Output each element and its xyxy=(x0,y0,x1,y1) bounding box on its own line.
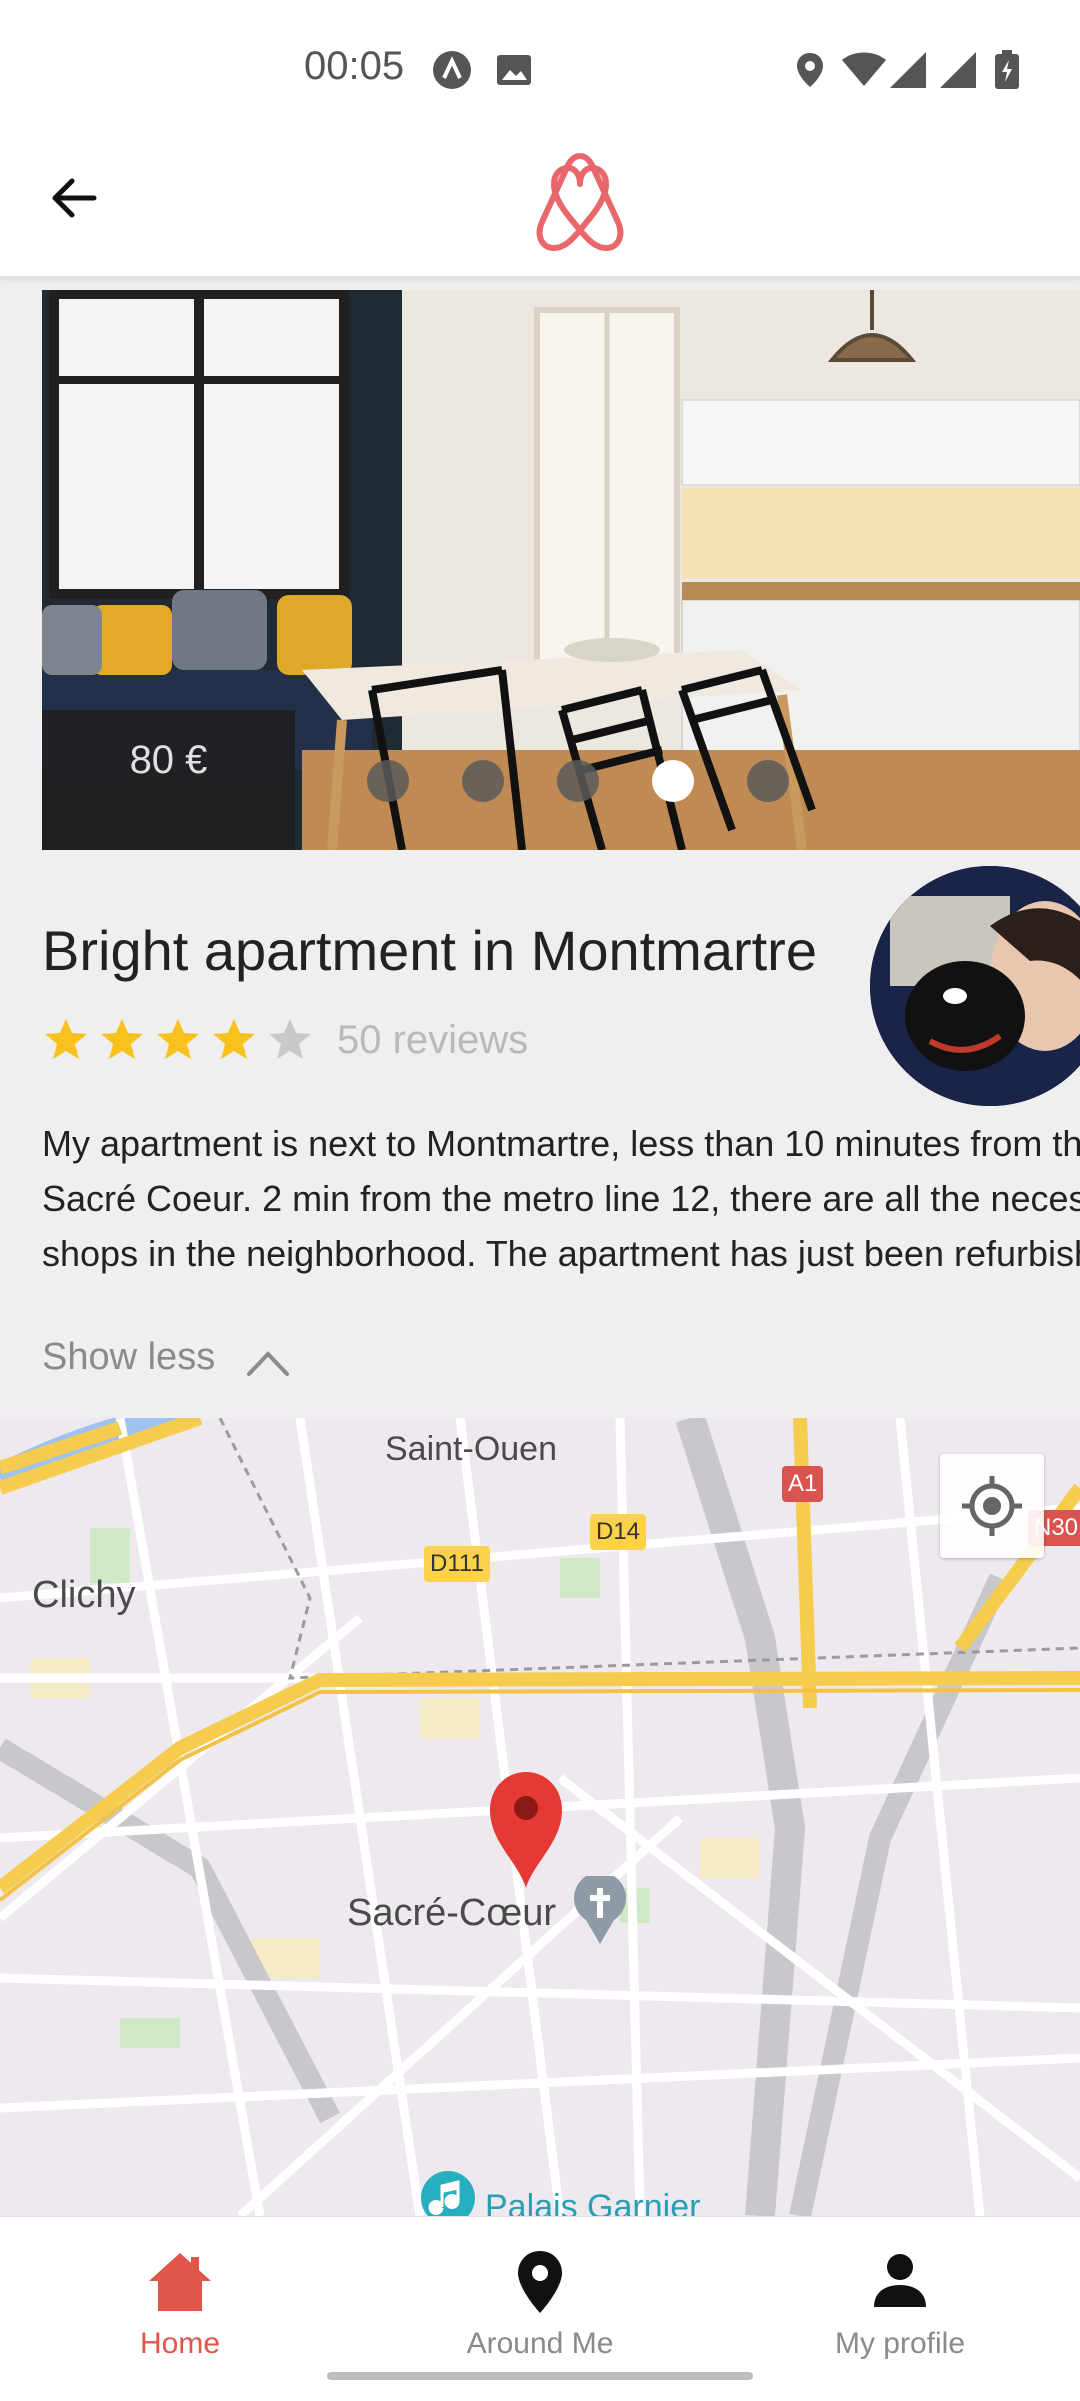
carousel-dot[interactable] xyxy=(367,760,409,802)
home-icon xyxy=(149,2253,211,2311)
road-shield-d111: D111 xyxy=(424,1546,490,1582)
location-map[interactable]: Saint-Ouen Clichy Sacré-Cœur Palais Garn… xyxy=(0,1418,1080,2216)
airbnb-logo xyxy=(536,153,624,251)
app-header xyxy=(0,140,1080,277)
battery-charging-icon xyxy=(995,50,1019,89)
cross-marker-icon xyxy=(574,1876,626,1944)
reviews-count[interactable]: 50 reviews xyxy=(337,1018,528,1063)
nav-label-my-profile: My profile xyxy=(834,2327,966,2360)
carousel-dot[interactable] xyxy=(747,760,789,802)
image-icon xyxy=(497,55,531,85)
carousel-dot-active[interactable] xyxy=(652,760,694,802)
listing-title: Bright apartment in Montmartre xyxy=(42,919,817,982)
price-label: 80 € xyxy=(129,738,208,782)
music-note-icon xyxy=(421,2171,475,2216)
status-bar: 00:05 xyxy=(0,0,1080,140)
status-time: 00:05 xyxy=(304,44,405,88)
location-icon xyxy=(797,53,823,87)
my-location-button[interactable] xyxy=(940,1454,1044,1558)
nav-label-home: Home xyxy=(139,2327,221,2360)
host-photo xyxy=(870,866,1080,1106)
arrow-left-icon[interactable] xyxy=(44,168,104,228)
map-pin-icon xyxy=(518,2251,562,2313)
star-filled-icon xyxy=(157,1019,199,1059)
road-shield-a1: A1 xyxy=(782,1466,824,1502)
signal-icon xyxy=(890,52,926,88)
star-filled-icon xyxy=(45,1019,87,1059)
map-label-clichy: Clichy xyxy=(32,1574,136,1616)
chevron-up-icon[interactable] xyxy=(243,1342,293,1382)
home-indicator[interactable] xyxy=(327,2372,753,2380)
star-filled-icon xyxy=(213,1019,255,1059)
listing-description: My apartment is next to Montmartre, less… xyxy=(42,1116,1080,1281)
map-label-sacre-coeur: Sacré-Cœur xyxy=(347,1892,557,1934)
carousel-dot[interactable] xyxy=(557,760,599,802)
description-text: My apartment is next to Montmartre, less… xyxy=(42,1123,1080,1274)
host-avatar[interactable] xyxy=(870,866,1080,1106)
person-icon xyxy=(874,2254,926,2307)
map-label-palais-garnier: Palais Garnier xyxy=(485,2188,701,2216)
star-empty-icon xyxy=(269,1019,311,1059)
road-shield-d14: D14 xyxy=(590,1514,647,1550)
nav-item-around-me[interactable]: Around Me xyxy=(420,2235,660,2375)
wifi-icon xyxy=(842,52,886,86)
map-pin-icon[interactable] xyxy=(488,1770,564,1890)
nav-label-around-me: Around Me xyxy=(466,2327,614,2360)
listing-photo-carousel[interactable]: 80 € xyxy=(42,290,1080,850)
star-filled-icon xyxy=(101,1019,143,1059)
signal-icon xyxy=(940,52,976,88)
nav-item-home[interactable]: Home xyxy=(60,2235,300,2375)
map-label-saint-ouen: Saint-Ouen xyxy=(385,1430,557,1468)
show-less-button[interactable]: Show less xyxy=(42,1336,215,1379)
a-circle-icon xyxy=(433,51,471,89)
carousel-dot[interactable] xyxy=(462,760,504,802)
nav-item-my-profile[interactable]: My profile xyxy=(780,2235,1020,2375)
crosshair-icon xyxy=(962,1476,1022,1536)
